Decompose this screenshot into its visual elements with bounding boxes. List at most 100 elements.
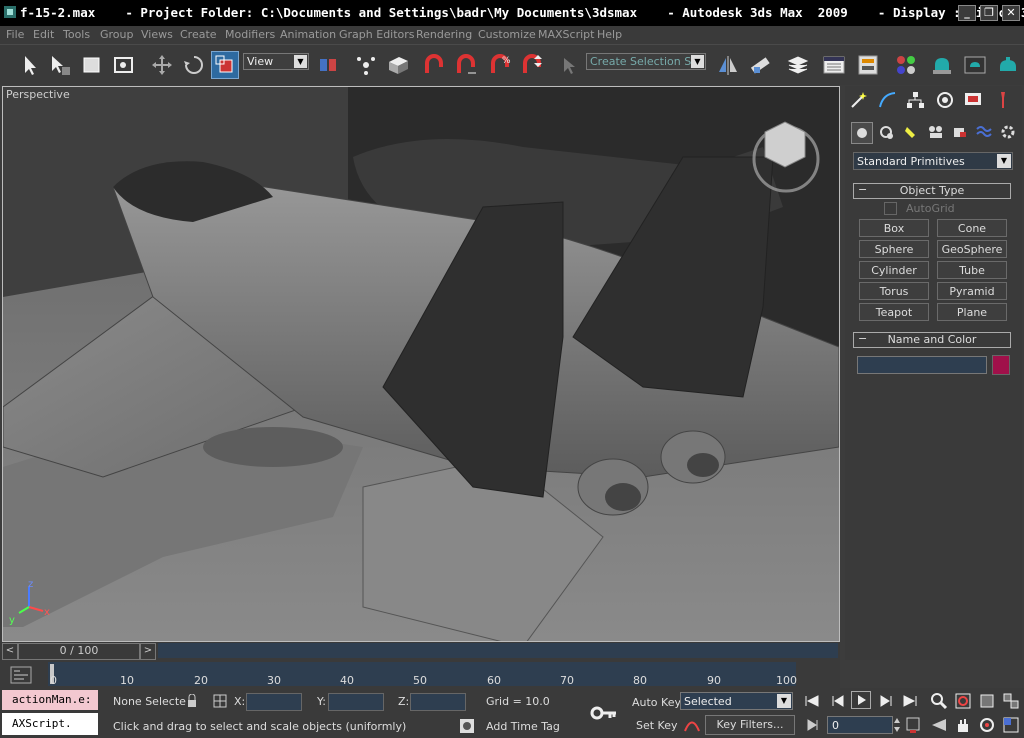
menu-file[interactable]: File — [6, 28, 24, 41]
menu-graph-editors[interactable]: Graph Editors — [339, 28, 415, 41]
rectangular-selection-icon[interactable] — [80, 53, 104, 77]
quick-render-icon[interactable] — [996, 53, 1020, 77]
lights-icon[interactable] — [903, 123, 921, 141]
menu-create[interactable]: Create — [180, 28, 217, 41]
zoom-icon[interactable] — [930, 692, 948, 710]
object-color-swatch[interactable] — [992, 355, 1010, 375]
mini-curve-editor-icon[interactable] — [10, 666, 32, 684]
viewport-label[interactable]: Perspective — [6, 88, 70, 101]
orbit-icon[interactable] — [978, 716, 996, 734]
default-in-out-tangents-icon[interactable] — [683, 716, 701, 734]
rendered-frame-window-icon[interactable] — [963, 53, 987, 77]
teapot-button[interactable]: Teapot — [859, 303, 929, 321]
schematic-view-icon[interactable] — [856, 53, 880, 77]
frame-spinner-icon[interactable] — [893, 716, 901, 734]
modify-tab-icon[interactable] — [877, 90, 897, 110]
x-coordinate-field[interactable] — [246, 693, 302, 711]
box-button[interactable]: Box — [859, 219, 929, 237]
pivot-center-icon[interactable] — [316, 53, 340, 77]
lock-selection-icon[interactable] — [186, 694, 198, 708]
menu-animation[interactable]: Animation — [280, 28, 336, 41]
snaps-toggle-icon[interactable] — [422, 53, 446, 77]
add-time-tag[interactable]: Add Time Tag — [486, 720, 560, 733]
track-bar-ruler[interactable]: 0 10 20 30 40 50 60 70 80 90 100 — [0, 660, 840, 688]
window-crossing-icon[interactable] — [112, 53, 136, 77]
key-mode-dropdown[interactable]: Selected ▼ — [680, 692, 793, 710]
time-slider-track[interactable] — [158, 643, 838, 658]
zoom-all-icon[interactable] — [954, 692, 972, 710]
pyramid-button[interactable]: Pyramid — [937, 282, 1007, 300]
minimize-button[interactable]: _ — [958, 5, 976, 21]
named-selection-set-dropdown[interactable]: Create Selection Set ▼ — [586, 53, 706, 70]
select-rotate-icon[interactable] — [182, 53, 206, 77]
torus-button[interactable]: Torus — [859, 282, 929, 300]
object-type-rollout-header[interactable]: − Object Type — [853, 183, 1011, 199]
maxscript-mini-listener[interactable]: AXScript. — [2, 713, 98, 735]
space-warps-icon[interactable] — [975, 123, 993, 141]
select-move-icon[interactable] — [150, 53, 174, 77]
geosphere-button[interactable]: GeoSphere — [937, 240, 1007, 258]
helpers-icon[interactable] — [951, 123, 969, 141]
motion-tab-icon[interactable] — [935, 90, 955, 110]
maxscript-listener-field[interactable]: actionMan.e: — [2, 690, 98, 710]
key-mode-toggle-icon[interactable] — [806, 718, 820, 732]
select-manipulate-icon[interactable] — [354, 53, 378, 77]
menu-edit[interactable]: Edit — [33, 28, 54, 41]
next-frame-icon[interactable] — [877, 694, 895, 708]
menu-customize[interactable]: Customize — [478, 28, 536, 41]
close-button[interactable]: ✕ — [1002, 5, 1020, 21]
cameras-icon[interactable] — [927, 123, 945, 141]
autogrid-checkbox[interactable] — [884, 202, 897, 215]
go-to-end-icon[interactable] — [901, 694, 919, 708]
systems-icon[interactable] — [999, 123, 1017, 141]
name-color-rollout-header[interactable]: − Name and Color — [853, 332, 1011, 348]
geometry-category-button[interactable] — [851, 122, 873, 144]
set-key-key-icon[interactable] — [590, 703, 618, 723]
keyboard-shortcut-override-icon[interactable] — [386, 53, 410, 77]
angle-snap-icon[interactable] — [454, 53, 478, 77]
material-editor-icon[interactable] — [894, 53, 918, 77]
display-tab-icon[interactable] — [963, 90, 983, 110]
select-object-icon[interactable] — [18, 53, 42, 77]
menu-help[interactable]: Help — [597, 28, 622, 41]
play-button[interactable] — [851, 691, 871, 709]
create-tab-icon[interactable] — [849, 90, 869, 110]
spinner-snap-icon[interactable] — [520, 53, 544, 77]
object-name-field[interactable] — [857, 356, 987, 374]
time-configuration-icon[interactable] — [905, 716, 921, 734]
select-scale-button[interactable] — [211, 51, 239, 79]
align-icon[interactable] — [748, 53, 772, 77]
menu-rendering[interactable]: Rendering — [416, 28, 472, 41]
primitive-category-dropdown[interactable]: Standard Primitives ▼ — [853, 152, 1013, 170]
set-key-button[interactable]: Set Key — [636, 719, 678, 732]
absolute-mode-icon[interactable] — [212, 693, 228, 709]
menu-tools[interactable]: Tools — [63, 28, 90, 41]
zoom-extents-icon[interactable] — [978, 692, 996, 710]
curve-editor-icon[interactable] — [822, 53, 846, 77]
go-to-start-icon[interactable] — [803, 694, 821, 708]
reference-coordinate-dropdown[interactable]: View ▼ — [243, 53, 309, 70]
z-coordinate-field[interactable] — [410, 693, 466, 711]
sphere-button[interactable]: Sphere — [859, 240, 929, 258]
edit-named-selection-icon[interactable] — [558, 53, 582, 77]
layer-manager-icon[interactable] — [786, 53, 810, 77]
zoom-extents-all-icon[interactable] — [1002, 692, 1020, 710]
menu-views[interactable]: Views — [141, 28, 173, 41]
key-filters-button[interactable]: Key Filters... — [705, 715, 795, 735]
field-of-view-icon[interactable] — [930, 716, 948, 734]
menu-modifiers[interactable]: Modifiers — [225, 28, 275, 41]
time-slider-next-button[interactable]: > — [140, 643, 156, 660]
previous-frame-icon[interactable] — [829, 694, 847, 708]
auto-key-button[interactable]: Auto Key — [632, 696, 681, 709]
select-by-name-icon[interactable] — [48, 53, 72, 77]
cone-button[interactable]: Cone — [937, 219, 1007, 237]
time-slider-thumb[interactable]: 0 / 100 — [18, 643, 140, 660]
maximize-viewport-icon[interactable] — [1002, 716, 1020, 734]
cylinder-button[interactable]: Cylinder — [859, 261, 929, 279]
restore-button[interactable]: ❐ — [980, 5, 998, 21]
menu-maxscript[interactable]: MAXScript — [538, 28, 594, 41]
mirror-icon[interactable] — [716, 53, 740, 77]
utilities-tab-icon[interactable] — [993, 90, 1013, 110]
plane-button[interactable]: Plane — [937, 303, 1007, 321]
time-slider-prev-button[interactable]: < — [2, 643, 18, 660]
